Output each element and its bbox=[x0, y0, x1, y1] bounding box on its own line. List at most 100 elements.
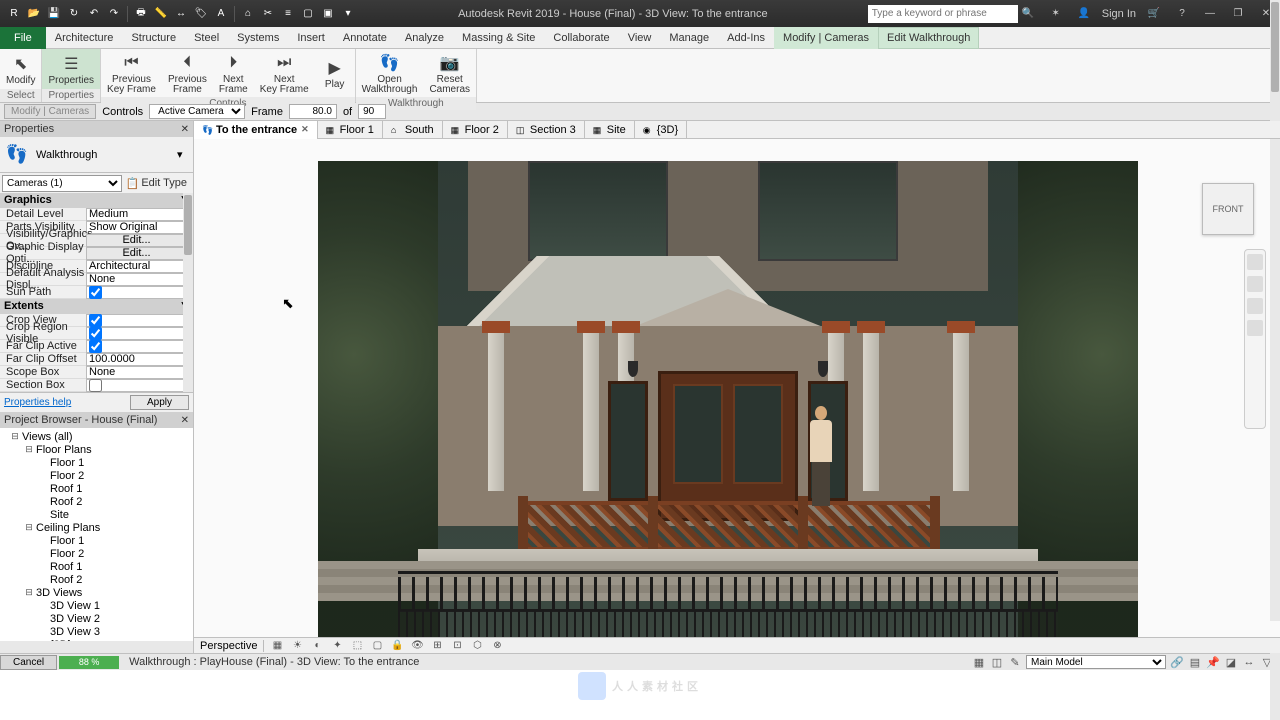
text-icon[interactable]: A bbox=[212, 5, 230, 23]
print-icon[interactable]: 🖶 bbox=[132, 5, 150, 23]
ribbon-tab-manage[interactable]: Manage bbox=[660, 27, 718, 49]
switch-windows-icon[interactable]: ▣ bbox=[319, 5, 337, 23]
user-icon[interactable]: 👤 bbox=[1075, 5, 1093, 23]
apply-button[interactable]: Apply bbox=[130, 395, 189, 410]
prop-value[interactable]: Architectural bbox=[86, 260, 187, 273]
properties-help-link[interactable]: Properties help bbox=[4, 397, 71, 408]
dimension-icon[interactable]: ↔ bbox=[172, 5, 190, 23]
worksharing-icon[interactable]: ⊡ bbox=[450, 639, 464, 653]
ribbon-tab-annotate[interactable]: Annotate bbox=[334, 27, 396, 49]
select-links-icon[interactable]: 🔗 bbox=[1170, 656, 1184, 669]
rendering-icon[interactable]: ✦ bbox=[330, 639, 344, 653]
tree-expander-icon[interactable]: ⊟ bbox=[24, 522, 34, 533]
shadows-icon[interactable]: ◐ bbox=[310, 639, 324, 653]
sync-icon[interactable]: ↻ bbox=[65, 5, 83, 23]
filter-select[interactable]: Cameras (1) bbox=[2, 175, 122, 192]
search-icon[interactable]: 🔍 bbox=[1019, 5, 1037, 23]
reveal-icon[interactable]: ⊞ bbox=[430, 639, 444, 653]
sign-in-button[interactable]: Sign In bbox=[1102, 8, 1136, 20]
navigation-bar[interactable] bbox=[1244, 249, 1266, 429]
temp-hide-icon[interactable]: 👁 bbox=[410, 639, 424, 653]
prop-value[interactable]: None bbox=[86, 273, 187, 286]
comm-icon[interactable]: ✶ bbox=[1047, 5, 1065, 23]
cancel-button[interactable]: Cancel bbox=[0, 655, 57, 670]
view-tab[interactable]: 👣To the entrance✕ bbox=[194, 121, 318, 139]
frame-total-input[interactable] bbox=[358, 104, 386, 119]
tree-node[interactable]: Floor 1 bbox=[2, 456, 191, 469]
view-tab[interactable]: ▦Floor 1 bbox=[318, 121, 383, 139]
prop-value[interactable] bbox=[86, 314, 187, 327]
tag-icon[interactable]: 🏷 bbox=[192, 5, 210, 23]
ribbon-tab-analyze[interactable]: Analyze bbox=[396, 27, 453, 49]
save-icon[interactable]: 💾 bbox=[45, 5, 63, 23]
browser-h-scrollbar[interactable] bbox=[0, 641, 193, 653]
restore-icon[interactable]: ❐ bbox=[1229, 5, 1247, 23]
view-tab[interactable]: ⌂South bbox=[383, 121, 443, 139]
prop-value[interactable]: Show Original bbox=[86, 221, 187, 234]
projection-mode[interactable]: Perspective bbox=[200, 640, 257, 652]
view-tab[interactable]: ◫Section 3 bbox=[508, 121, 585, 139]
prop-value[interactable] bbox=[86, 327, 187, 340]
worksets-icon[interactable]: ▦ bbox=[972, 656, 986, 669]
crop-icon[interactable]: ⬚ bbox=[350, 639, 364, 653]
prop-value[interactable]: None bbox=[86, 366, 187, 379]
next-keyframe-button[interactable]: ⏭Next Key Frame bbox=[254, 49, 315, 97]
modify-button[interactable]: ⬉ Modify bbox=[0, 49, 41, 89]
file-tab[interactable]: File bbox=[0, 27, 46, 49]
sun-path-icon[interactable]: ☀ bbox=[290, 639, 304, 653]
analytic-icon[interactable]: ⬡ bbox=[470, 639, 484, 653]
tree-node[interactable]: Site bbox=[2, 508, 191, 521]
tree-expander-icon[interactable]: ⊟ bbox=[10, 431, 20, 442]
open-icon[interactable]: 📂 bbox=[25, 5, 43, 23]
ribbon-tab-edit-walkthrough[interactable]: Edit Walkthrough bbox=[878, 27, 979, 49]
section-icon[interactable]: ✂ bbox=[259, 5, 277, 23]
customize-qat-icon[interactable]: ▾ bbox=[339, 5, 357, 23]
pan-icon[interactable] bbox=[1247, 276, 1263, 292]
tree-node[interactable]: 3D View 3 bbox=[2, 625, 191, 638]
properties-button[interactable]: ☰ Properties bbox=[42, 49, 100, 89]
close-browser-icon[interactable]: ✕ bbox=[181, 415, 189, 426]
ribbon-tab-systems[interactable]: Systems bbox=[228, 27, 288, 49]
design-options-icon[interactable]: ◫ bbox=[990, 656, 1004, 669]
tree-node[interactable]: 3D View 1 bbox=[2, 599, 191, 612]
tree-expander-icon[interactable]: ⊟ bbox=[24, 587, 34, 598]
lock-icon[interactable]: 🔒 bbox=[390, 639, 404, 653]
ribbon-tab-modify-cameras[interactable]: Modify | Cameras bbox=[774, 27, 878, 49]
tree-node[interactable]: Floor 1 bbox=[2, 534, 191, 547]
tree-node[interactable]: Roof 2 bbox=[2, 495, 191, 508]
tree-node[interactable]: ⊟Views (all) bbox=[2, 430, 191, 443]
prop-value[interactable] bbox=[86, 379, 187, 392]
ribbon-tab-collaborate[interactable]: Collaborate bbox=[544, 27, 618, 49]
drag-icon[interactable]: ↔ bbox=[1242, 656, 1256, 669]
ribbon-tab-massing-site[interactable]: Massing & Site bbox=[453, 27, 544, 49]
select-underlay-icon[interactable]: ▤ bbox=[1188, 656, 1202, 669]
tree-node[interactable]: Floor 2 bbox=[2, 469, 191, 482]
type-dropdown-icon[interactable]: ▾ bbox=[177, 148, 189, 161]
frame-value-input[interactable] bbox=[289, 104, 337, 119]
tree-node[interactable]: 3D View 2 bbox=[2, 612, 191, 625]
view-tab[interactable]: ◉{3D} bbox=[635, 121, 687, 139]
ribbon-tab-insert[interactable]: Insert bbox=[288, 27, 334, 49]
tree-expander-icon[interactable]: ⊟ bbox=[24, 444, 34, 455]
thin-lines-icon[interactable]: ≡ bbox=[279, 5, 297, 23]
tree-node[interactable]: Roof 1 bbox=[2, 482, 191, 495]
tree-node[interactable]: ⊟Floor Plans bbox=[2, 443, 191, 456]
orbit-icon[interactable] bbox=[1247, 320, 1263, 336]
viewcube[interactable]: FRONT bbox=[1202, 183, 1254, 235]
next-frame-button[interactable]: ⏵Next Frame bbox=[213, 49, 254, 97]
tree-node[interactable]: Roof 2 bbox=[2, 573, 191, 586]
editable-only-icon[interactable]: ✎ bbox=[1008, 656, 1022, 669]
canvas-v-scrollbar[interactable] bbox=[1270, 139, 1280, 621]
help-search-input[interactable] bbox=[868, 5, 1018, 23]
minimize-icon[interactable]: — bbox=[1201, 5, 1219, 23]
prop-group-extents[interactable]: Extents⯆ bbox=[0, 299, 193, 314]
visual-style-icon[interactable]: ▦ bbox=[270, 639, 284, 653]
redo-icon[interactable]: ↷ bbox=[105, 5, 123, 23]
help-icon[interactable]: ? bbox=[1173, 5, 1191, 23]
tree-node[interactable]: ⊟Ceiling Plans bbox=[2, 521, 191, 534]
prop-value[interactable]: Medium bbox=[86, 208, 187, 221]
zoom-icon[interactable] bbox=[1247, 298, 1263, 314]
play-button[interactable]: ▶Play bbox=[315, 49, 355, 97]
ribbon-tab-structure[interactable]: Structure bbox=[122, 27, 185, 49]
prop-value[interactable]: Edit... bbox=[86, 247, 187, 260]
